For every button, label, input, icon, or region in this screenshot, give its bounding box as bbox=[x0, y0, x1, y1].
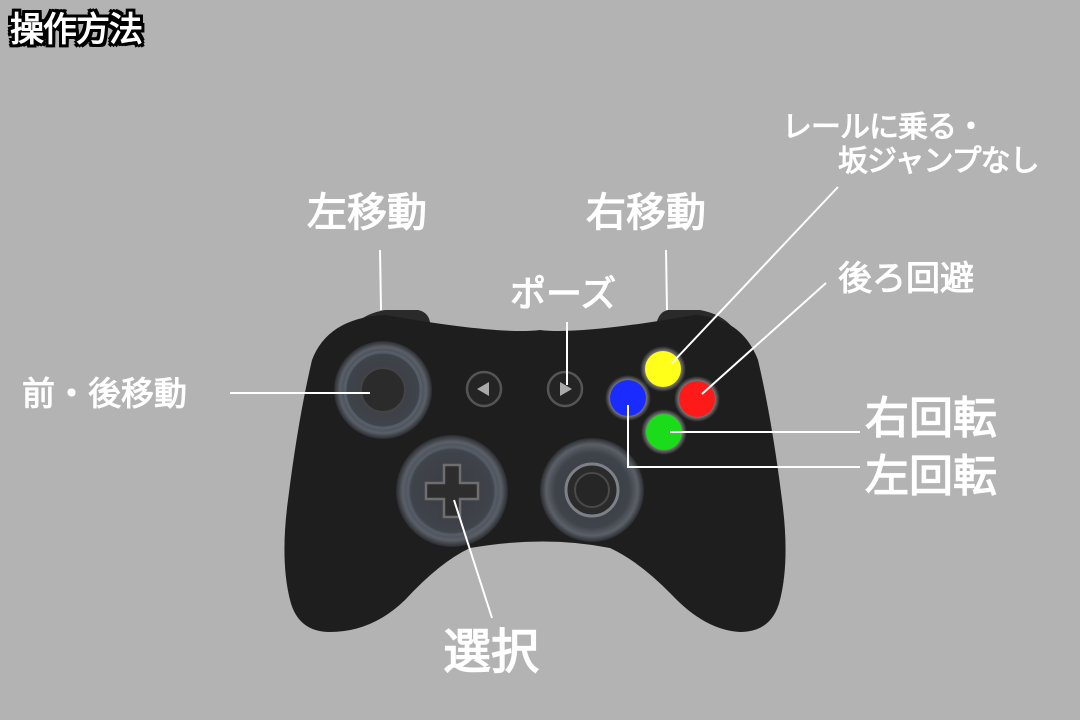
label-rail-line1: レールに乗る・ bbox=[782, 110, 986, 145]
label-rotate-right: 右回転 bbox=[865, 393, 997, 444]
leader-right-bumper bbox=[665, 249, 668, 311]
label-left-bumper: 左移動 bbox=[307, 190, 427, 236]
left-stick[interactable] bbox=[360, 367, 406, 413]
controls-screen: 操作方法 左移動 右移動 ポーズ 前・後移動 レールに乗る・ 坂ジャンプなし 後… bbox=[0, 0, 1080, 720]
label-right-bumper: 右移動 bbox=[586, 190, 706, 236]
leader-left-bumper bbox=[379, 249, 382, 311]
label-back-dodge: 後ろ回避 bbox=[838, 259, 974, 299]
button-top[interactable] bbox=[645, 351, 681, 387]
controller-diagram bbox=[230, 186, 860, 632]
label-rail-line2: 坂ジャンプなし bbox=[838, 144, 1040, 179]
page-title: 操作方法 bbox=[10, 10, 143, 50]
label-left-stick: 前・後移動 bbox=[22, 374, 187, 413]
right-stick-cap bbox=[574, 472, 610, 508]
label-rotate-left: 左回転 bbox=[865, 451, 997, 502]
label-pause: ポーズ bbox=[510, 274, 617, 315]
label-select: 選択 bbox=[443, 624, 540, 680]
